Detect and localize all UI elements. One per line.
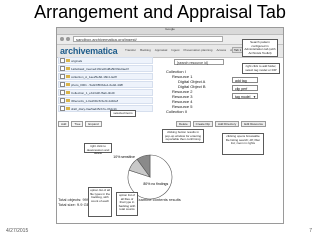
tree-row[interactable]: 1a0e0aa2_tree1ed1f3ce0bd8a5b6f2e0ae0f — [58, 65, 153, 72]
tree-button[interactable]: Tree — [71, 121, 84, 127]
slide-page-number: 7 — [309, 228, 312, 234]
tree-row[interactable]: collection_A_1ae25e8d-16b4-4e8f — [58, 73, 153, 80]
collection-item[interactable]: Collection II — [166, 109, 226, 114]
tree-row-label: originals — [71, 58, 83, 63]
callout-locking: clicking button results in pop-up window… — [162, 129, 204, 143]
resource-search-input[interactable]: [search resource id] — [174, 59, 224, 65]
tag-model-select[interactable]: tag model — [232, 93, 258, 99]
tag-fields: add tag clip perf tag model — [232, 77, 258, 103]
arrangement-buttons: Delete Create Dip Add Directory Edit Res… — [176, 121, 267, 127]
callout-selected-items: selected items — [110, 110, 136, 117]
slide-title: Arrangement and Appraisal Tab — [34, 2, 286, 22]
clip-perf-field[interactable]: clip perf — [232, 85, 258, 91]
tree-row-label: photo_0001 - 5a0c9f50b4e1-6e0d-448f — [71, 82, 124, 87]
create-dip-button[interactable]: Create Dip — [192, 121, 214, 127]
tree-row-label: 3Records_1-0a1f30c8-5ef3-4d40a5 — [71, 98, 119, 103]
tree-row[interactable]: Collection_1_eb13d4f-f6ab-4bd9 — [58, 89, 153, 96]
folder-icon — [66, 59, 70, 62]
callout-files-of-type: option list of all files of that type in… — [116, 192, 138, 216]
folder-icon — [66, 75, 70, 78]
delete-button[interactable]: Delete — [176, 121, 191, 127]
checkbox-icon[interactable] — [60, 106, 65, 111]
callout-file-types: option list of all file types in the bac… — [88, 187, 112, 217]
expand-button[interactable]: Expand — [85, 121, 102, 127]
tree-row-label: Collection_1_eb13d4f-f6ab-4bd9 — [71, 90, 115, 95]
edit-resource-button[interactable]: Edit Resource — [241, 121, 267, 127]
checkbox-icon[interactable] — [60, 90, 65, 95]
folder-icon — [66, 67, 70, 70]
callout-search-pattern: Search pattern configured in Administrat… — [242, 39, 278, 57]
checkbox-icon[interactable] — [60, 58, 65, 63]
pie-slice-label: 10% sensitive — [113, 155, 135, 159]
folder-icon — [66, 107, 70, 110]
backlog-tree: originals 1a0e0aa2_tree1ed1f3ce0bd8a5b6f… — [58, 57, 153, 147]
total-size-label: Total size: 9.9 GB — [58, 202, 90, 207]
checkbox-icon[interactable] — [60, 66, 65, 71]
checkbox-icon[interactable] — [60, 82, 65, 87]
callout-right-click: right click to add folder, select tag mo… — [242, 63, 280, 74]
tree-buttons: Add Tree Expand — [58, 121, 102, 127]
checkbox-icon[interactable] — [60, 98, 65, 103]
add-directory-button[interactable]: Add Directory — [215, 121, 240, 127]
tree-row[interactable]: draft_diary-0ae5ad45cb7e-3b4c1b — [58, 105, 153, 112]
callout-file-listing: clicking opens browsable file listing se… — [222, 133, 264, 155]
tree-row[interactable]: originals — [58, 57, 153, 64]
tree-row[interactable]: photo_0001 - 5a0c9f50b4e1-6e0d-448f — [58, 81, 153, 88]
tree-row-label: collection_A_1ae25e8d-16b4-4e8f — [71, 74, 117, 79]
folder-icon — [66, 83, 70, 86]
folder-icon — [66, 91, 70, 94]
tree-row-label: 1a0e0aa2_tree1ed1f3ce0bd8a5b6f2e0ae0f — [71, 66, 129, 71]
checkbox-icon[interactable] — [60, 74, 65, 79]
examine-contents-label: Examine contents results — [136, 197, 181, 202]
tree-row[interactable]: 3Records_1-0a1f30c8-5ef3-4d40a5 — [58, 97, 153, 104]
add-tag-field[interactable]: add tag — [232, 77, 258, 83]
browser-content: originals 1a0e0aa2_tree1ed1f3ce0bd8a5b6f… — [56, 27, 282, 222]
add-button[interactable]: Add — [58, 121, 70, 127]
slide-date: 4/27/2015 — [6, 228, 29, 234]
pie-slice-label: 80% no findings — [143, 182, 168, 186]
collection-list: Collection I Resource 1 Digital Object A… — [166, 69, 226, 114]
folder-icon — [66, 99, 70, 102]
